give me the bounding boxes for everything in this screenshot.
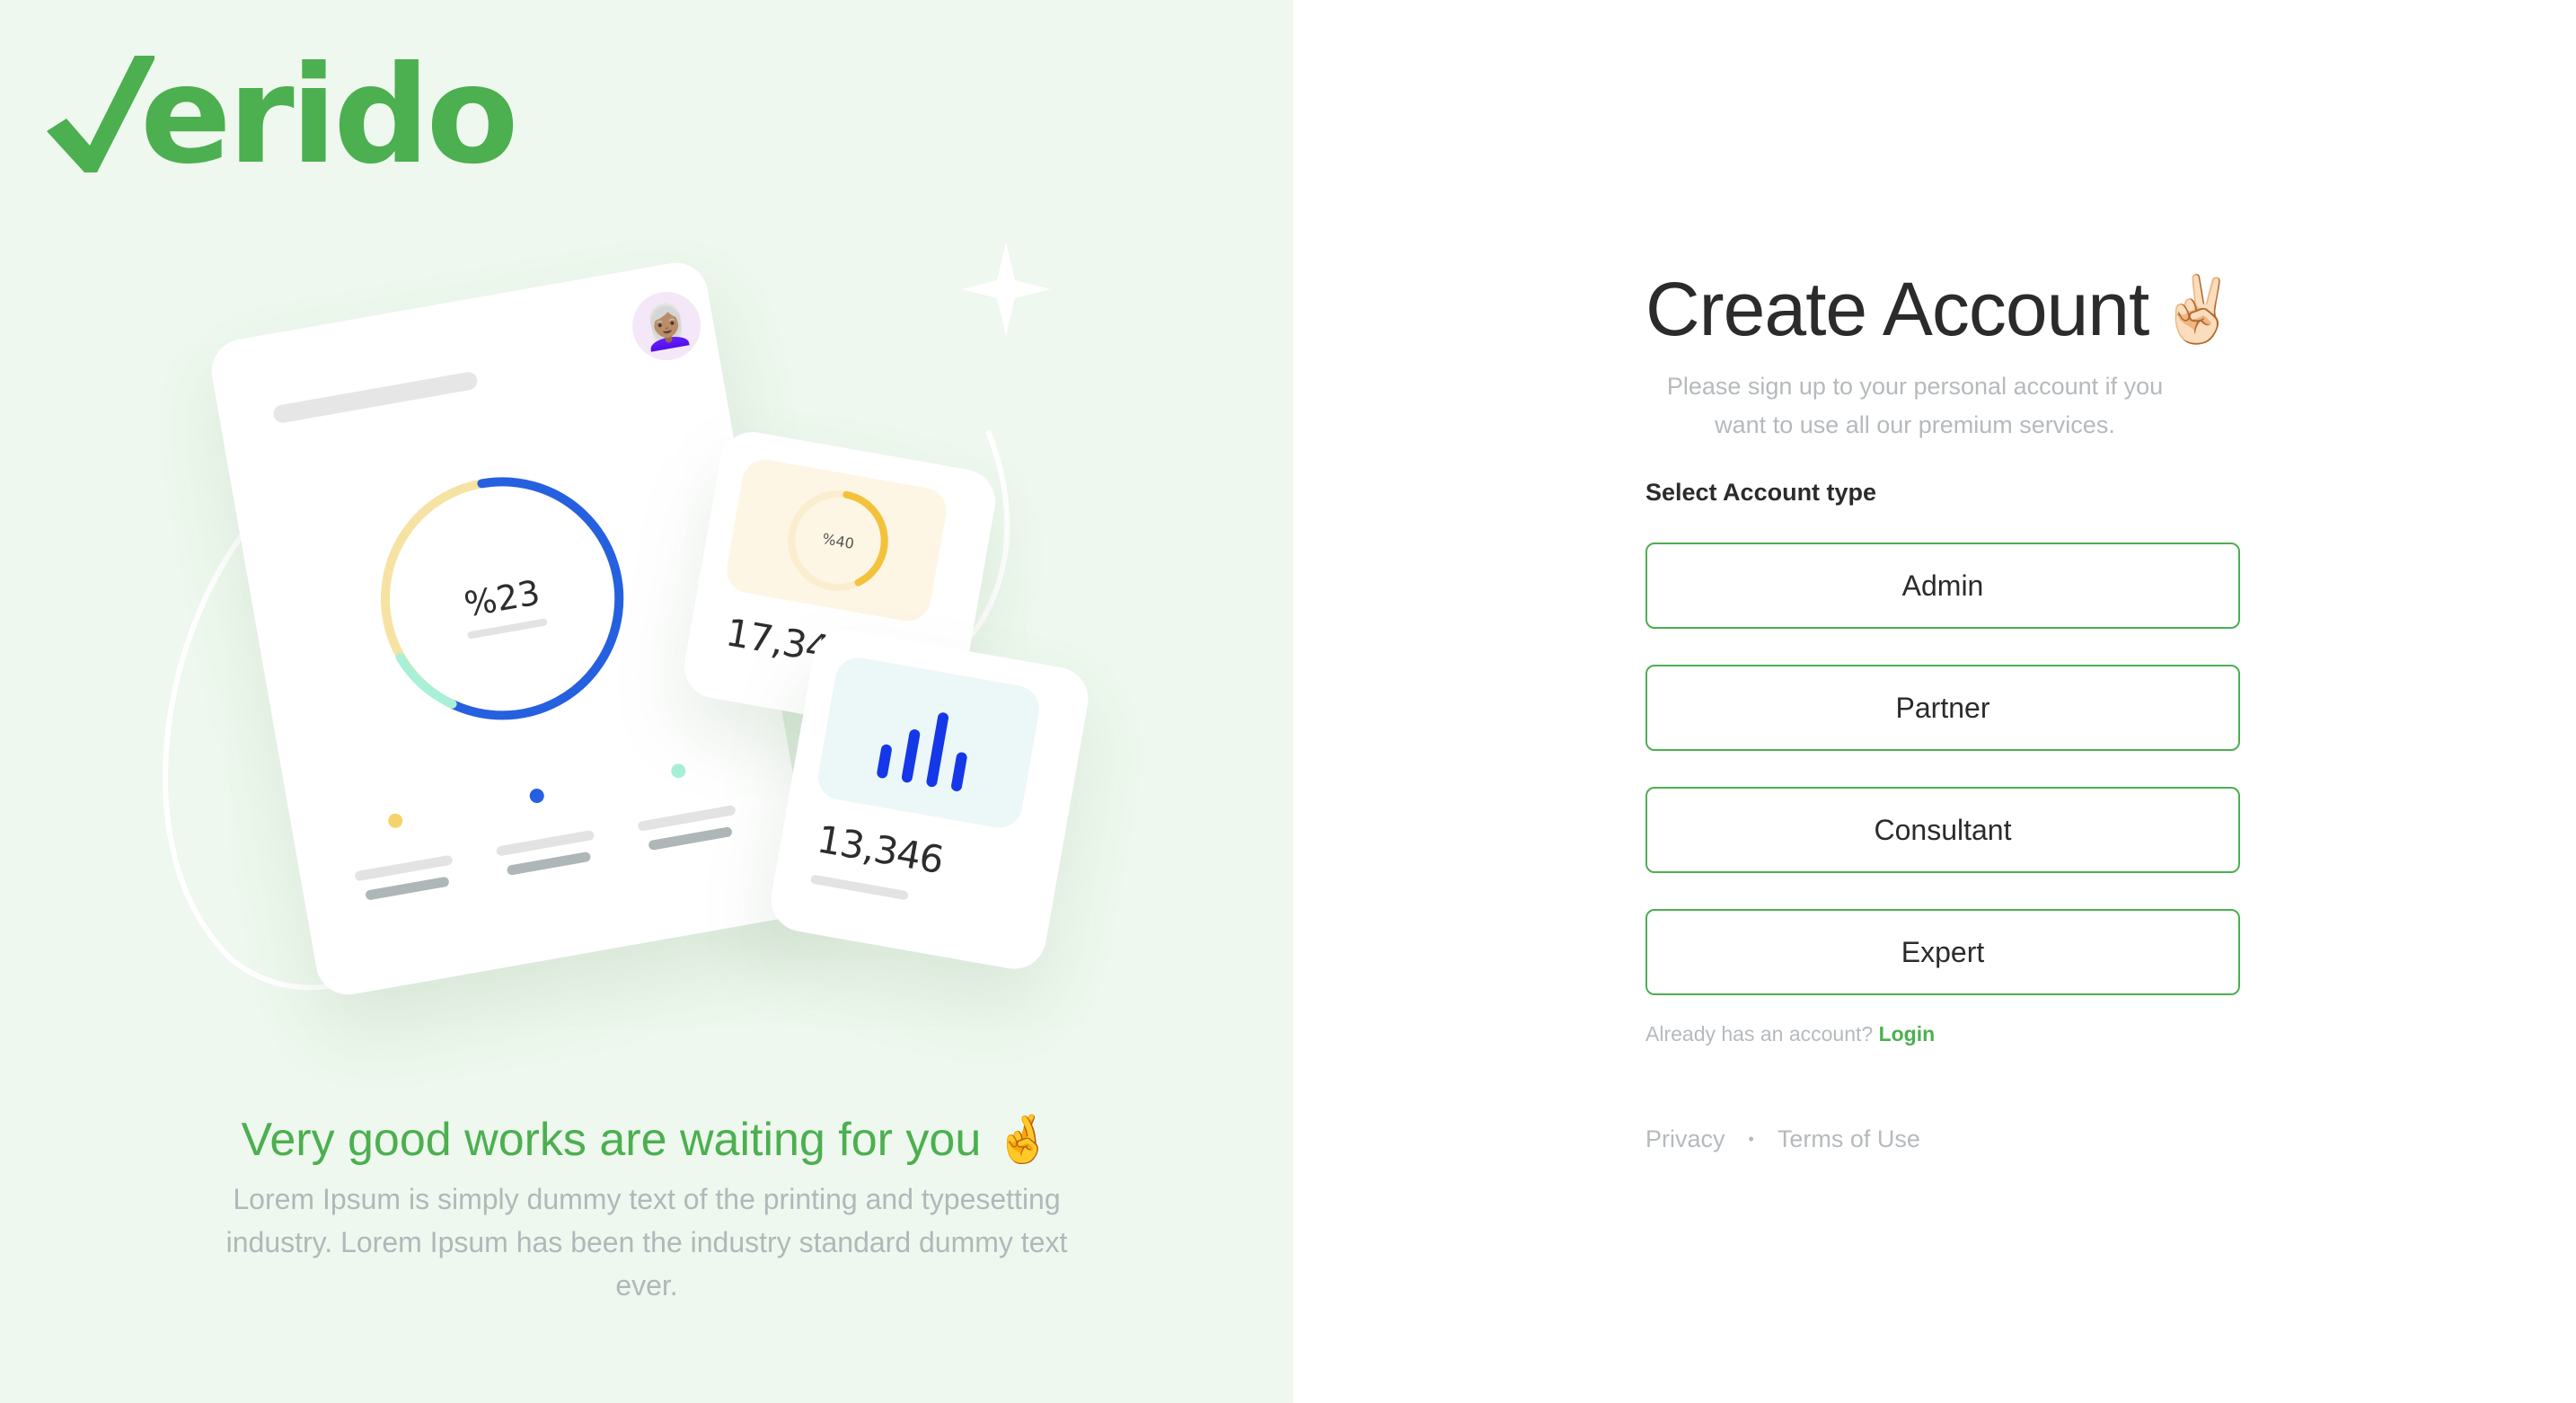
page-title-text: Create Account	[1645, 267, 2149, 351]
tagline-title-text: Very good works are waiting for you	[241, 1114, 982, 1166]
login-link[interactable]: Login	[1879, 1022, 1936, 1046]
small-progress-ring: %40	[788, 490, 889, 591]
stat-card-chart: 13,346	[765, 624, 1094, 975]
account-type-consultant-button[interactable]: Consultant	[1645, 787, 2240, 873]
footer-separator: •	[1748, 1130, 1754, 1148]
legend-item	[346, 805, 457, 902]
progress-ring: %23	[380, 477, 624, 720]
tagline: Very good works are waiting for you 🤞 Lo…	[0, 1112, 1293, 1307]
page-title: Create Account ✌🏻	[1645, 266, 2240, 353]
promo-panel: erido 👩🏽‍🦳 %23	[0, 0, 1293, 1403]
login-prompt-text: Already has an account?	[1645, 1022, 1874, 1046]
placeholder-bar	[271, 370, 479, 425]
page-subtitle: Please sign up to your personal account …	[1666, 373, 2164, 438]
bar-chart-icon	[877, 712, 967, 791]
progress-ring-label: %23	[462, 572, 543, 624]
crossed-fingers-icon: 🤞	[993, 1114, 1053, 1166]
stat-number: 13,346	[814, 816, 947, 883]
account-type-partner-button[interactable]: Partner	[1645, 665, 2240, 751]
legend-item	[629, 755, 740, 852]
create-account-form: Create Account ✌🏻 Please sign up to your…	[1645, 266, 2240, 1153]
terms-link[interactable]: Terms of Use	[1778, 1125, 1920, 1153]
legend-item	[487, 781, 598, 878]
account-type-expert-button[interactable]: Expert	[1645, 909, 2240, 995]
login-prompt: Already has an account? Login	[1645, 1022, 2240, 1046]
brand-logo[interactable]: erido	[47, 43, 519, 183]
sparkle-icon	[961, 243, 1051, 336]
account-type-admin-button[interactable]: Admin	[1645, 543, 2240, 629]
placeholder-bar	[809, 874, 909, 901]
dashboard-illustration: 👩🏽‍🦳 %23 %4	[126, 225, 1186, 1051]
small-ring-label: %40	[821, 530, 855, 552]
victory-hand-icon: ✌🏻	[2157, 274, 2238, 346]
footer-links: Privacy • Terms of Use	[1645, 1125, 2240, 1153]
tagline-title: Very good works are waiting for you 🤞	[0, 1112, 1293, 1167]
signup-panel: Create Account ✌🏻 Please sign up to your…	[1293, 0, 2576, 1403]
brand-name: erido	[140, 38, 519, 194]
tagline-text: Lorem Ipsum is simply dummy text of the …	[225, 1183, 1068, 1302]
checkmark-icon	[47, 56, 154, 172]
account-type-label: Select Account type	[1645, 479, 1877, 506]
privacy-link[interactable]: Privacy	[1645, 1125, 1725, 1153]
woman-avatar-icon: 👩🏽‍🦳	[627, 286, 707, 366]
